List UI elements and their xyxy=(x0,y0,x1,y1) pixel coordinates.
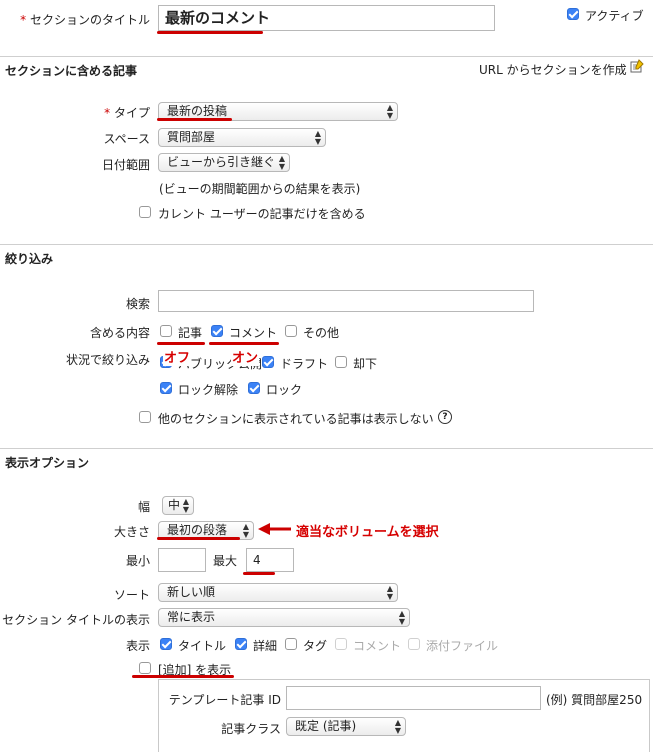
show-title-label: タイトル xyxy=(178,639,227,653)
hide-duplicates-label: 他のセクションに表示されている記事は表示しない xyxy=(158,412,434,426)
note-icon[interactable] xyxy=(630,59,644,73)
active-label: アクティブ xyxy=(585,9,644,23)
article-class-label: 記事クラス xyxy=(221,722,281,736)
show-tag-checkbox[interactable] xyxy=(285,638,297,650)
search-label: 検索 xyxy=(125,297,150,311)
sort-select[interactable]: 新しい順 ▲ ▼ xyxy=(158,583,398,602)
draft-label: ドラフト xyxy=(280,357,329,371)
show-label: 表示 xyxy=(125,639,150,653)
separator xyxy=(0,56,653,57)
include-comment-label: コメント xyxy=(229,326,278,340)
show-tag-label: タグ xyxy=(303,639,328,653)
show-title-checkbox[interactable] xyxy=(160,638,172,650)
updown-arrow-icon: ▲ ▼ xyxy=(398,608,405,626)
date-range-note: (ビューの期間範囲からの結果を表示) xyxy=(159,182,361,196)
date-range-select[interactable]: ビューから引き継ぐ ▲ ▼ xyxy=(158,153,290,172)
rejected-checkbox[interactable] xyxy=(335,356,347,368)
lock-label: ロック xyxy=(266,383,303,397)
include-comment-checkbox[interactable] xyxy=(211,325,223,337)
space-select[interactable]: 質問部屋 ▲ ▼ xyxy=(158,128,326,147)
search-input[interactable] xyxy=(158,290,534,312)
create-from-url-link[interactable]: URL からセクションを作成 xyxy=(479,61,627,78)
sort-label: ソート xyxy=(113,588,150,602)
annotation-arrow-icon xyxy=(258,522,292,536)
lock-checkbox[interactable] xyxy=(248,382,260,394)
include-label: 含める内容 xyxy=(89,326,150,340)
size-annotation: 適当なボリュームを選択 xyxy=(296,525,439,540)
annotation-underline xyxy=(157,537,240,540)
updown-arrow-icon: ▲ ▼ xyxy=(386,102,393,120)
updown-arrow-icon: ▲ ▼ xyxy=(314,128,321,146)
show-detail-label: 詳細 xyxy=(253,639,278,653)
annotation-underline xyxy=(209,342,279,345)
updown-arrow-icon: ▲ ▼ xyxy=(386,583,393,601)
include-article-label: 記事 xyxy=(178,326,203,340)
show-attachment-label: 添付ファイル xyxy=(426,639,499,653)
updown-arrow-icon: ▲ ▼ xyxy=(278,153,285,171)
current-user-checkbox[interactable] xyxy=(139,206,151,218)
help-icon[interactable]: ? xyxy=(438,410,452,424)
max-label: 最大 xyxy=(213,554,238,568)
filter-section-heading: 絞り込み xyxy=(5,252,54,266)
show-add-checkbox[interactable] xyxy=(139,662,151,674)
annotation-underline xyxy=(132,675,234,678)
updown-arrow-icon: ▲ ▼ xyxy=(242,521,249,539)
template-id-label: テンプレート記事 ID xyxy=(168,693,281,707)
min-input[interactable] xyxy=(158,548,206,572)
date-range-label: 日付範囲 xyxy=(101,158,150,172)
type-label: * タイプ xyxy=(104,106,150,120)
annotation-underline xyxy=(157,31,263,34)
section-title-label: * セクションのタイトル xyxy=(20,13,150,27)
annotation-on: オン xyxy=(231,347,260,366)
width-select[interactable]: 中 ▲ ▼ xyxy=(162,496,194,515)
include-article-checkbox[interactable] xyxy=(160,325,172,337)
article-class-select[interactable]: 既定 (記事) ▲ ▼ xyxy=(286,717,406,736)
updown-arrow-icon: ▲ ▼ xyxy=(182,496,189,514)
rejected-label: 却下 xyxy=(353,357,378,371)
separator xyxy=(0,244,653,245)
hide-duplicates-checkbox[interactable] xyxy=(139,411,151,423)
active-checkbox[interactable] xyxy=(567,8,579,20)
unlock-label: ロック解除 xyxy=(178,383,239,397)
status-filter-label: 状況で絞り込み xyxy=(65,353,150,367)
size-label: 大きさ xyxy=(113,525,150,539)
space-label: スペース xyxy=(103,132,150,146)
annotation-off: オフ xyxy=(163,347,192,366)
draft-checkbox[interactable] xyxy=(262,356,274,368)
template-id-example: (例) 質問部屋250 xyxy=(546,693,643,707)
current-user-label: カレント ユーザーの記事だけを含める xyxy=(158,207,366,221)
section-title-input[interactable]: 最新のコメント xyxy=(158,5,495,31)
show-comment-label: コメント xyxy=(353,639,402,653)
title-display-select[interactable]: 常に表示 ▲ ▼ xyxy=(158,608,410,627)
template-id-input[interactable] xyxy=(286,686,541,710)
min-label: 最小 xyxy=(125,554,150,568)
show-detail-checkbox[interactable] xyxy=(235,638,247,650)
annotation-underline xyxy=(157,118,232,121)
required-mark: * xyxy=(20,13,30,27)
articles-section-heading: セクションに含める記事 xyxy=(5,64,138,78)
max-input[interactable]: 4 xyxy=(246,548,294,572)
show-attachment-checkbox[interactable] xyxy=(408,638,420,650)
annotation-underline xyxy=(243,572,275,575)
include-other-checkbox[interactable] xyxy=(285,325,297,337)
updown-arrow-icon: ▲ ▼ xyxy=(394,717,401,735)
include-other-label: その他 xyxy=(303,326,340,340)
show-comment-checkbox[interactable] xyxy=(335,638,347,650)
width-label: 幅 xyxy=(137,500,150,514)
title-display-label: セクション タイトルの表示 xyxy=(2,613,150,627)
display-section-heading: 表示オプション xyxy=(5,456,90,470)
annotation-underline xyxy=(157,342,205,345)
unlock-checkbox[interactable] xyxy=(160,382,172,394)
separator xyxy=(0,448,653,449)
